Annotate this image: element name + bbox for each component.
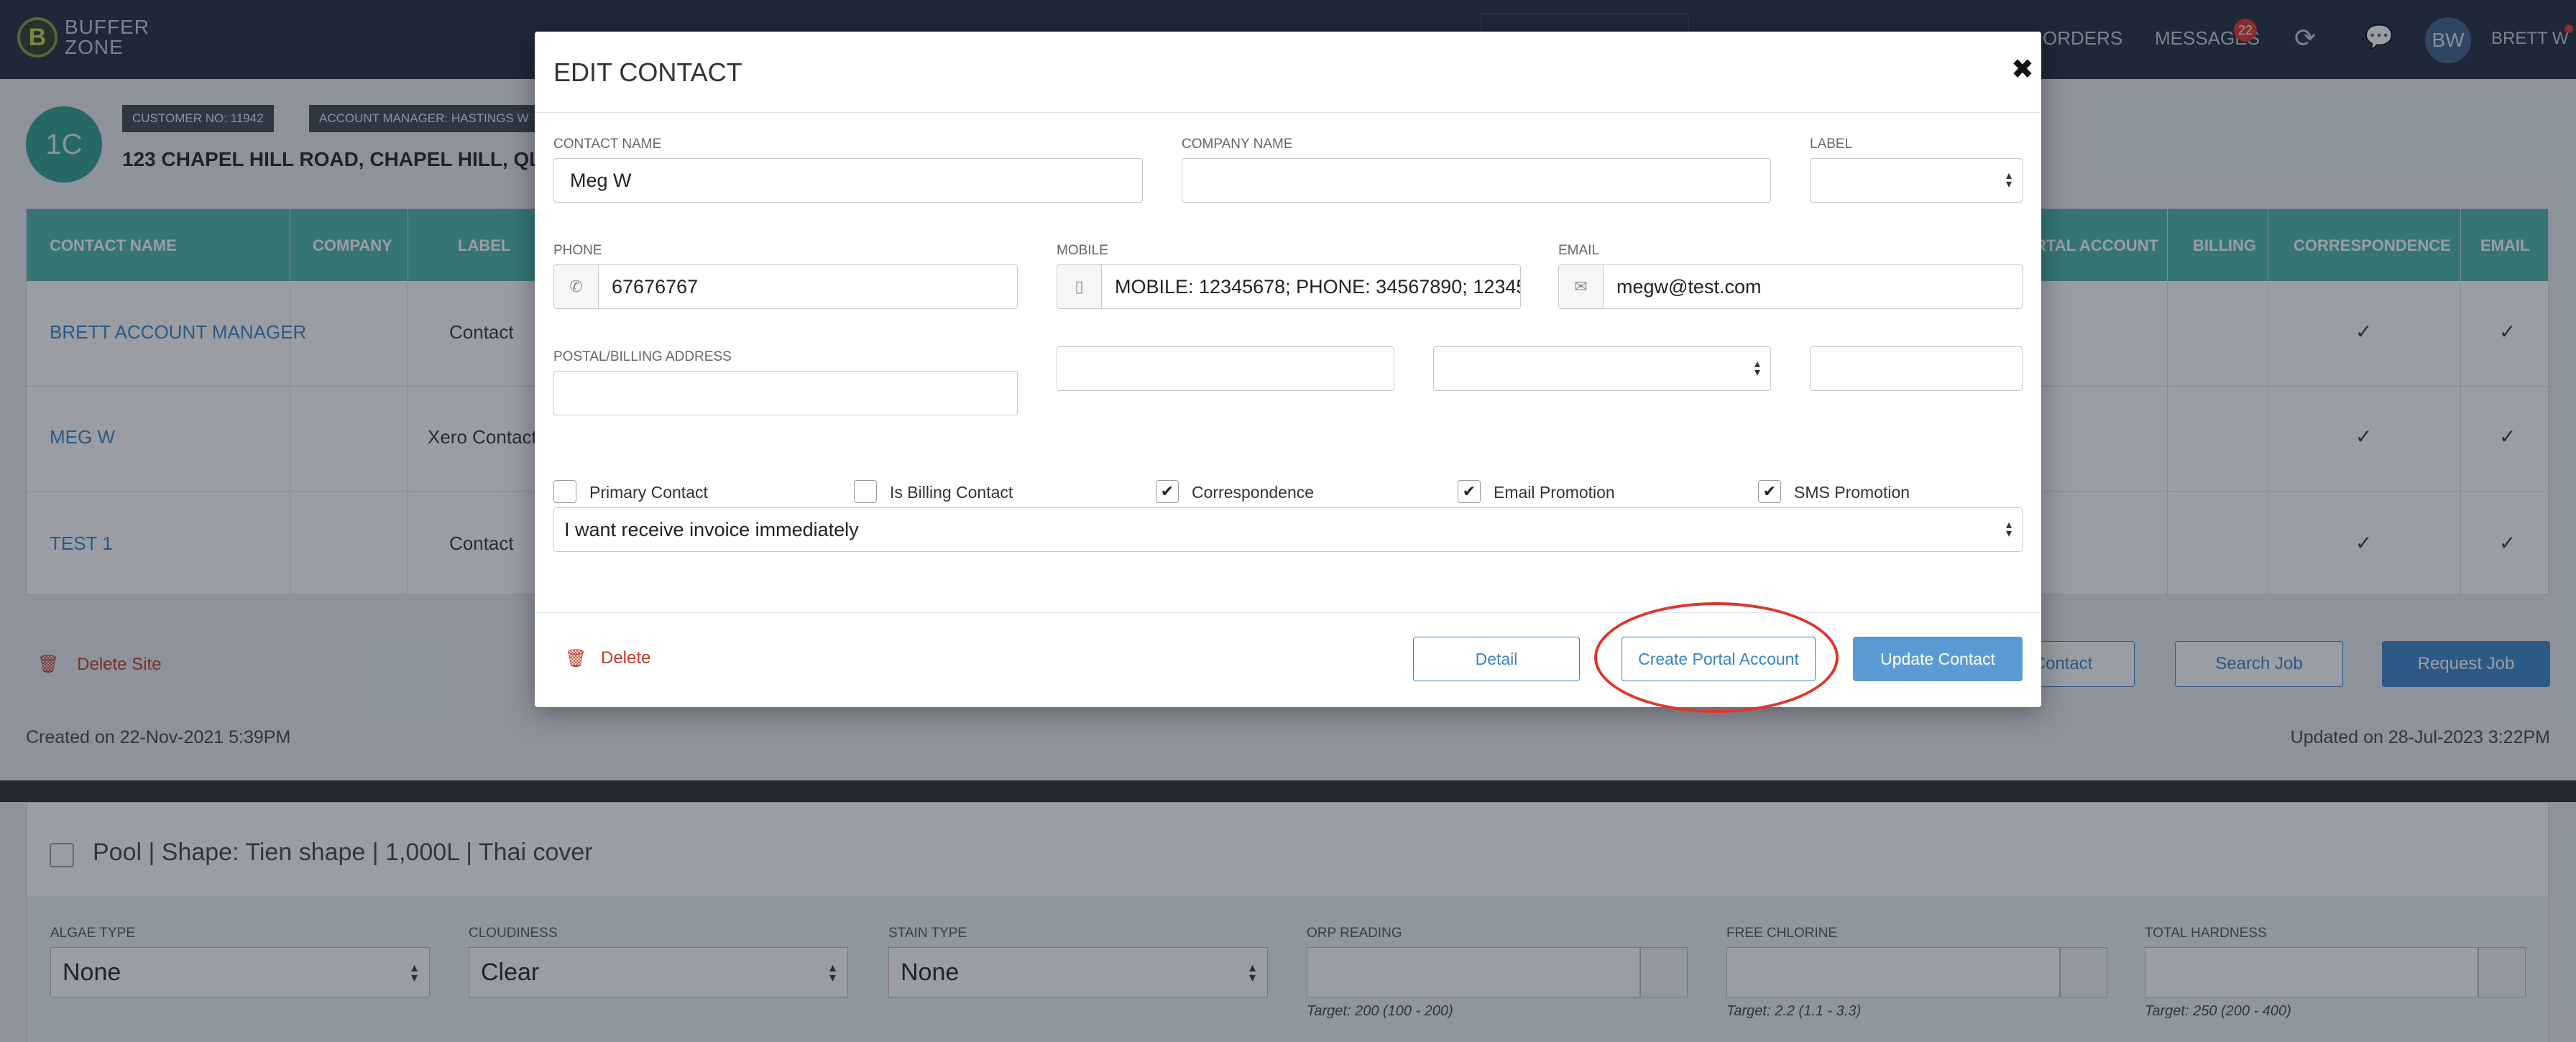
select-arrows-icon: ▴ ▾ <box>2005 519 2012 540</box>
mobile-value: MOBILE: 12345678; PHONE: 34567890; 12345… <box>1115 275 1521 298</box>
state-select[interactable]: ▴ ▾ <box>1433 346 1771 391</box>
primary-contact-label[interactable]: Primary Contact <box>589 483 708 502</box>
trash-icon[interactable]: 🗑 <box>565 648 586 669</box>
contact-name-input[interactable]: Meg W <box>553 158 1143 203</box>
select-arrows-icon: ▴ ▾ <box>1754 358 1760 379</box>
sms-promotion-checkbox[interactable]: ✔ <box>1758 480 1781 503</box>
update-contact-button[interactable]: Update Contact <box>1853 637 2023 681</box>
phone-icon: ✆ <box>554 265 599 308</box>
postcode-input[interactable] <box>1810 346 2023 391</box>
modal-footer-divider <box>535 612 2041 613</box>
billing-contact-checkbox[interactable] <box>854 480 877 503</box>
invoice-preference-value: I want receive invoice immediately <box>564 518 859 540</box>
suburb-input[interactable] <box>1057 346 1394 391</box>
detail-button[interactable]: Detail <box>1413 637 1580 681</box>
sms-promotion-label[interactable]: SMS Promotion <box>1794 483 1910 502</box>
email-label: EMAIL <box>1558 243 1600 258</box>
phone-value: 67676767 <box>612 275 699 298</box>
modal-header-divider <box>535 112 2041 113</box>
label-label: LABEL <box>1810 137 1853 152</box>
company-name-label: COMPANY NAME <box>1182 137 1293 152</box>
email-promotion-checkbox[interactable]: ✔ <box>1458 480 1481 503</box>
annotation-highlight-ellipse <box>1594 602 1839 713</box>
primary-contact-checkbox[interactable] <box>553 480 576 503</box>
phone-label: PHONE <box>553 243 602 258</box>
email-promotion-label[interactable]: Email Promotion <box>1494 483 1615 502</box>
delete-contact-link[interactable]: Delete <box>601 648 650 668</box>
correspondence-label[interactable]: Correspondence <box>1192 483 1314 502</box>
select-arrows-icon: ▴ ▾ <box>2005 170 2012 190</box>
company-name-input[interactable] <box>1182 158 1771 203</box>
label-select[interactable]: ▴ ▾ <box>1810 158 2023 203</box>
billing-contact-label[interactable]: Is Billing Contact <box>890 483 1013 502</box>
mobile-label: MOBILE <box>1057 243 1108 258</box>
mobile-input[interactable]: ▯ MOBILE: 12345678; PHONE: 34567890; 123… <box>1057 264 1521 309</box>
postal-address-label: POSTAL/BILLING ADDRESS <box>553 349 732 364</box>
mobile-phone-icon: ▯ <box>1057 265 1102 308</box>
email-value: megw@test.com <box>1616 275 1762 298</box>
postal-address-input[interactable] <box>553 371 1018 415</box>
edit-contact-modal: EDIT CONTACT ✖ CONTACT NAME Meg W COMPAN… <box>535 32 2041 707</box>
email-input[interactable]: ✉ megw@test.com <box>1558 264 2023 309</box>
modal-title: EDIT CONTACT <box>553 57 742 87</box>
close-icon[interactable]: ✖ <box>2011 53 2034 86</box>
invoice-preference-select[interactable]: I want receive invoice immediately ▴ ▾ <box>553 507 2023 552</box>
contact-name-label: CONTACT NAME <box>553 137 662 152</box>
correspondence-checkbox[interactable]: ✔ <box>1156 480 1179 503</box>
envelope-icon: ✉ <box>1559 265 1604 308</box>
phone-input[interactable]: ✆ 67676767 <box>553 264 1018 309</box>
